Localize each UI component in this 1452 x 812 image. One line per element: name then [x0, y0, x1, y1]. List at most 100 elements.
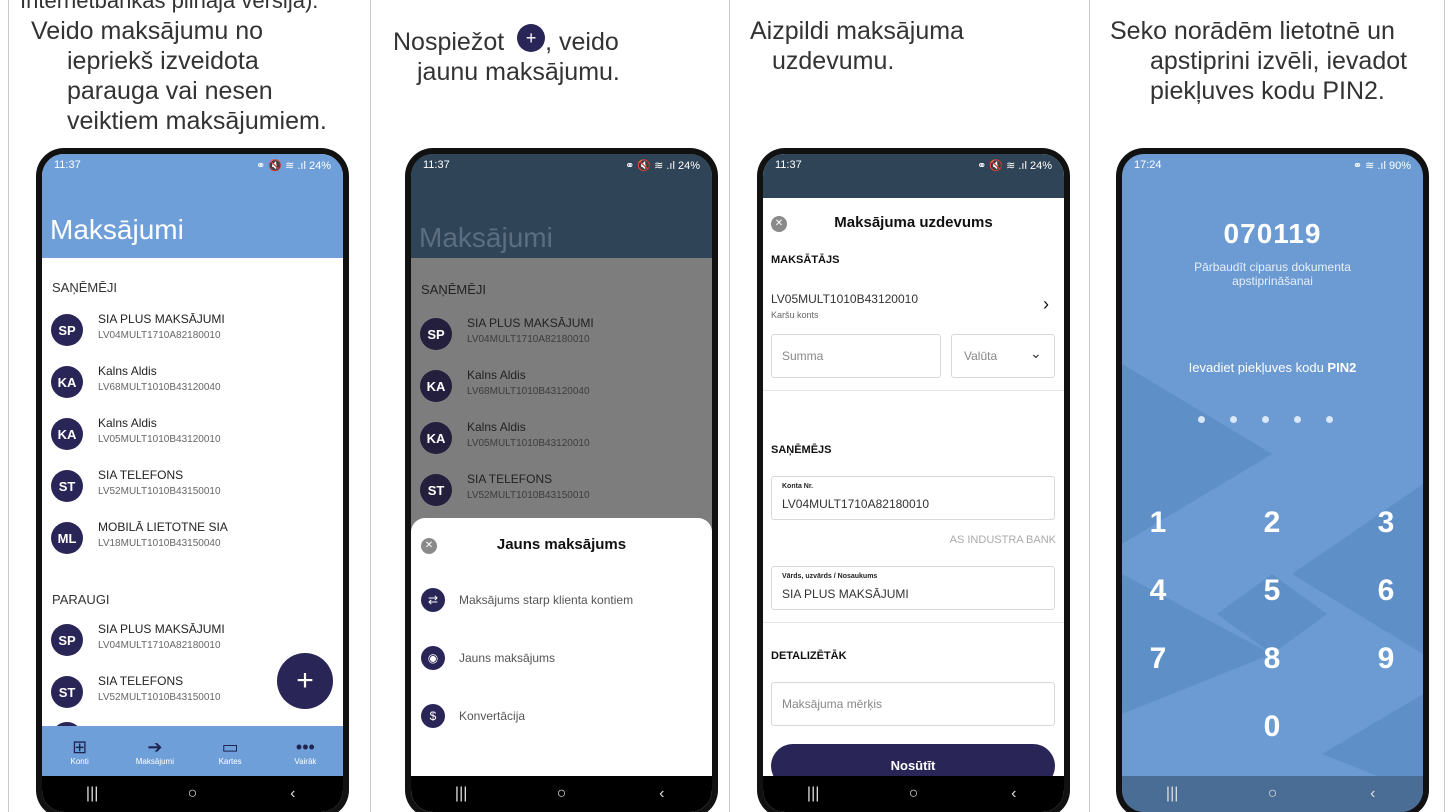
section-templates: PARAUGI	[52, 592, 110, 607]
home-button[interactable]: ○	[893, 785, 933, 803]
caption-line: Aizpildi maksājuma	[750, 17, 964, 45]
status-icons: ⚭ ≋ .ıl 90%	[1352, 159, 1411, 172]
back-button[interactable]: ‹	[994, 785, 1034, 803]
pin-screen: 17:24 ⚭ ≋ .ıl 90% 070119 Pārbaudīt cipar…	[1122, 154, 1423, 812]
back-button[interactable]: ‹	[273, 785, 313, 803]
caption-line: Seko norādēm lietotnē un	[1110, 17, 1395, 45]
sheet-title: Jauns maksājums	[496, 536, 627, 553]
status-bar: 17:24 ⚭ ≋ .ıl 90%	[1122, 154, 1423, 176]
avatar: ML	[51, 522, 83, 554]
globe-icon: ◉	[421, 646, 445, 670]
back-button[interactable]: ‹	[642, 785, 682, 803]
recents-button[interactable]: |||	[441, 785, 481, 803]
purpose-field[interactable]: Maksājuma mērķis	[771, 682, 1055, 726]
key-5[interactable]: 5	[1252, 574, 1292, 608]
add-payment-button[interactable]: +	[277, 653, 333, 709]
tab-label: Maksājumi	[135, 756, 174, 766]
new-payment-screen: 11:37 ⚭ 🔇 ≋ .ıl 24% Maksājumi SAŅĒMĒJI S…	[411, 154, 712, 812]
section-payees: SAŅĒMĒJI	[421, 282, 487, 297]
status-icons: ⚭ 🔇 ≋ .ıl 24%	[625, 159, 700, 172]
arrow-circle-icon: ➔	[147, 736, 163, 757]
phone-payments: 11:37 ⚭ 🔇 ≋ .ıl 24% Maksājumi SAŅĒMĒJI S…	[36, 148, 349, 812]
payee-name-field[interactable]: Vārds, uzvārds / Nosaukums SIA PLUS MAKS…	[771, 566, 1055, 610]
recents-button[interactable]: |||	[793, 785, 833, 803]
tab-payments[interactable]: ➔ Maksājumi	[125, 737, 185, 766]
home-button[interactable]: ○	[1252, 785, 1292, 803]
payee-account: LV68MULT1010B43120040	[467, 386, 590, 397]
payment-form-screen: 11:37 ⚭ 🔇 ≋ .ıl 24% ✕ Maksājuma uzdevums…	[763, 154, 1064, 812]
payee-account: LV04MULT1710A82180010	[467, 334, 590, 345]
pin-prompt-code: PIN2	[1327, 360, 1357, 375]
step-1-caption: Veido maksājumu no iepriekš izveidota pa…	[31, 16, 327, 136]
phone-pin-entry: 17:24 ⚭ ≋ .ıl 90% 070119 Pārbaudīt cipar…	[1116, 148, 1429, 812]
avatar: SP	[51, 624, 83, 656]
account-number-value: LV04MULT1710A82180010	[782, 497, 929, 511]
status-bar: 11:37 ⚭ 🔇 ≋ .ıl 24%	[763, 154, 1064, 176]
caption-line: Nospiežot +, veido	[393, 24, 620, 57]
amount-placeholder: Summa	[782, 349, 824, 363]
tab-cards[interactable]: ▭ Kartes	[200, 737, 260, 766]
recents-button[interactable]: |||	[1152, 785, 1192, 803]
background-chevron-pattern	[1122, 364, 1423, 794]
account-number-field[interactable]: Konta Nr. LV04MULT1710A82180010	[771, 476, 1055, 520]
form-title: Maksājuma uzdevums	[834, 214, 993, 231]
payee-name: Kalns Aldis	[467, 368, 526, 382]
pin-dot	[1294, 416, 1301, 423]
tab-more[interactable]: ••• Vairāk	[275, 737, 335, 766]
back-button[interactable]: ‹	[1353, 785, 1393, 803]
avatar: ST	[420, 474, 452, 506]
status-bar: 11:37 ⚭ 🔇 ≋ .ıl 24%	[42, 154, 343, 176]
payee-account: LV05MULT1010B43120010	[98, 434, 221, 445]
status-icons: ⚭ 🔇 ≋ .ıl 24%	[977, 159, 1052, 172]
payments-screen: 11:37 ⚭ 🔇 ≋ .ıl 24% Maksājumi SAŅĒMĒJI S…	[42, 154, 343, 812]
payee-name: SIA TELEFONS	[467, 472, 553, 486]
tab-label: Konti	[70, 756, 89, 766]
grid-icon: ⊞	[72, 736, 88, 757]
key-6[interactable]: 6	[1366, 574, 1406, 608]
tutorial-strip: Internetbankas pilnajā versijā). Veido m…	[0, 0, 1452, 812]
pin-prompt-text: Ievadiet piekļuves kodu	[1188, 360, 1328, 375]
home-button[interactable]: ○	[172, 785, 212, 803]
pin-dot	[1230, 416, 1237, 423]
payee-name: SIA PLUS MAKSĀJUMI	[98, 312, 225, 326]
key-4[interactable]: 4	[1138, 574, 1178, 608]
caption-text: Nospiežot	[393, 28, 505, 56]
avatar: KA	[51, 366, 83, 398]
home-button[interactable]: ○	[541, 785, 581, 803]
pin-dot	[1326, 416, 1333, 423]
key-3[interactable]: 3	[1366, 506, 1406, 540]
key-1[interactable]: 1	[1138, 506, 1178, 540]
status-time: 17:24	[1134, 159, 1162, 171]
caption-line: veiktiem maksājumiem.	[67, 107, 327, 135]
payee-account: LV18MULT1010B43150040	[98, 538, 221, 549]
account-number-label: Konta Nr.	[782, 483, 814, 490]
avatar: KA	[420, 370, 452, 402]
amount-field[interactable]: Summa	[771, 334, 941, 378]
step-1-column: Veido maksājumu no iepriekš izveidota pa…	[8, 0, 371, 812]
key-7[interactable]: 7	[1138, 642, 1178, 676]
key-9[interactable]: 9	[1366, 642, 1406, 676]
purpose-placeholder: Maksājuma mērķis	[782, 697, 883, 711]
status-bar: 11:37 ⚭ 🔇 ≋ .ıl 24%	[411, 154, 712, 176]
caption-line: iepriekš izveidota	[67, 47, 259, 75]
sheet-item-label: Maksājums starp klienta kontiem	[459, 593, 634, 607]
bottom-sheet: ✕ Jauns maksājums ⇄ Maksājums starp klie…	[411, 518, 712, 812]
key-0[interactable]: 0	[1252, 710, 1292, 744]
key-8[interactable]: 8	[1252, 642, 1292, 676]
recents-button[interactable]: |||	[72, 785, 112, 803]
payee-name: MOBILĀ LIETOTNE SIA	[98, 520, 228, 534]
section-payer: MAKSĀTĀJS	[771, 254, 840, 266]
key-2[interactable]: 2	[1252, 506, 1292, 540]
tab-accounts[interactable]: ⊞ Konti	[50, 737, 110, 766]
payee-account: LV52MULT1010B43150010	[467, 490, 590, 501]
pin-dot	[1262, 416, 1269, 423]
currency-select[interactable]: Valūta ⌄	[951, 334, 1055, 378]
bank-name: AS INDUSTRA BANK	[949, 534, 1056, 546]
status-time: 11:37	[775, 159, 802, 171]
system-nav-bar: ||| ○ ‹	[42, 776, 343, 812]
system-nav-bar: ||| ○ ‹	[411, 776, 712, 812]
payee-name: Kalns Aldis	[98, 416, 157, 430]
step-4-caption: Seko norādēm lietotnē un apstiprini izvē…	[1110, 16, 1407, 106]
page-title: Maksājumi	[50, 214, 184, 245]
sheet-item-label: Konvertācija	[459, 709, 526, 723]
